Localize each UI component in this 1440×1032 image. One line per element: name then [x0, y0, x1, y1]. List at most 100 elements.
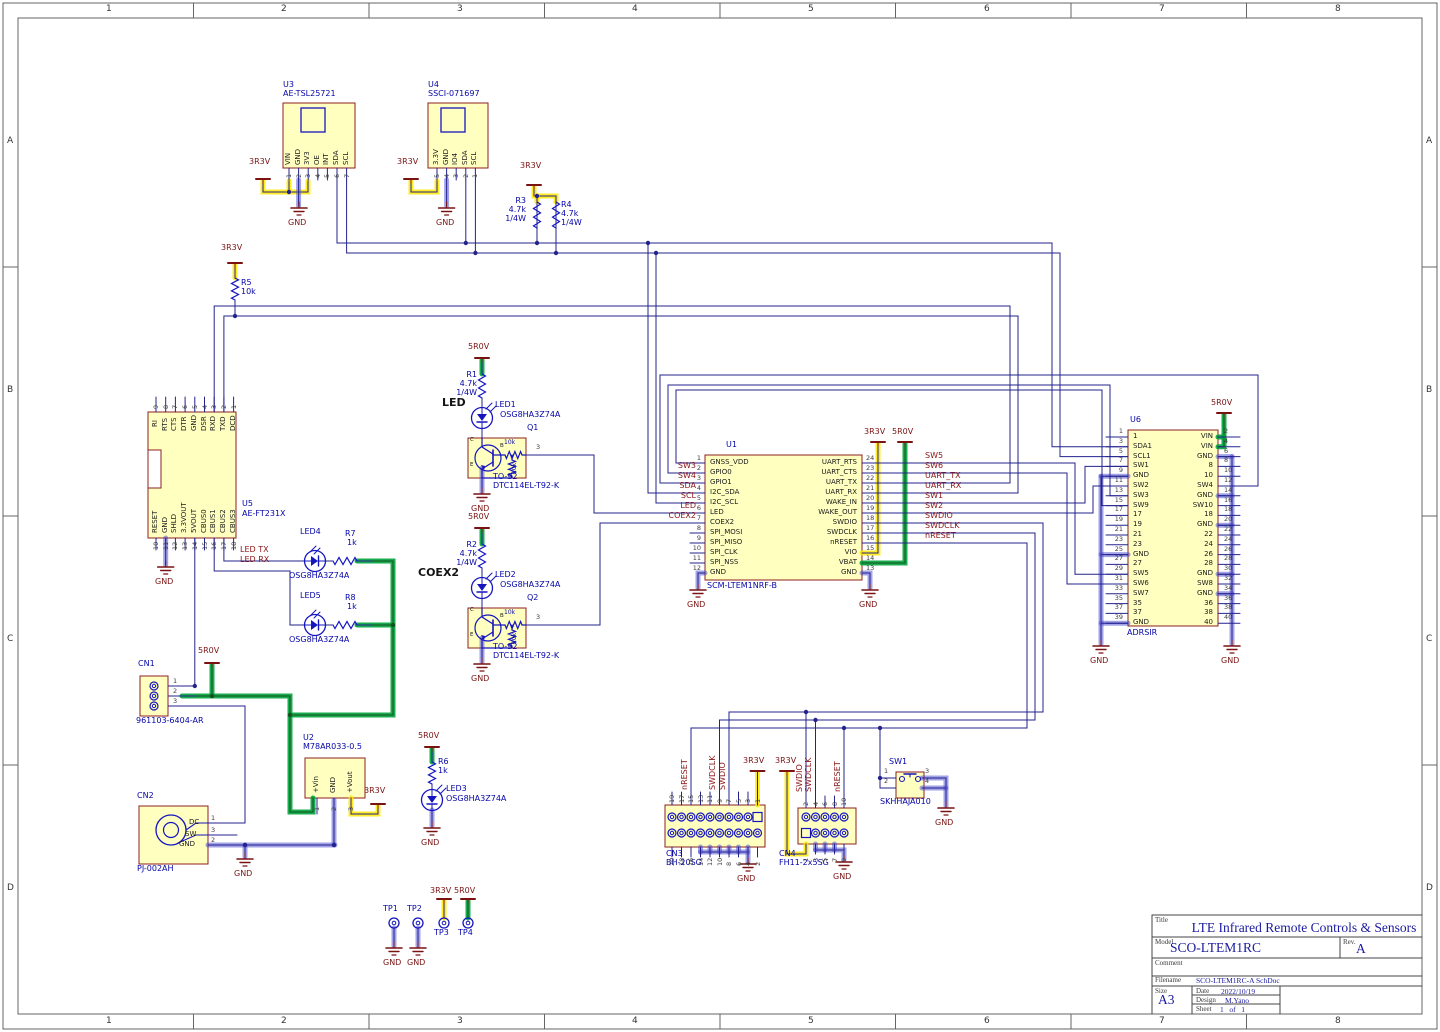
refdes: U4 — [428, 81, 439, 89]
pin-number: 34 — [1224, 585, 1232, 592]
pin-name: GND — [330, 777, 337, 793]
pin-name: UART_TX — [826, 479, 857, 486]
pin-name: 3.3V — [433, 149, 440, 165]
pin-name: COEX2 — [710, 519, 734, 526]
pin-number: 16 — [866, 535, 874, 542]
led-symbol — [477, 414, 487, 421]
power-label: 3R3V — [864, 428, 885, 436]
pin-number: 11 — [693, 555, 701, 562]
pin-number: 4 — [1224, 438, 1228, 445]
frame-column-label: 5 — [808, 1017, 814, 1026]
pin-number: 1 — [472, 174, 479, 178]
led-symbol — [427, 796, 437, 803]
junction-dot — [473, 251, 477, 255]
pin-name: GND — [710, 569, 726, 576]
pin-name: CTS — [171, 417, 178, 431]
pin-name: +Vin — [313, 776, 320, 793]
pin-name: RXD — [210, 416, 217, 431]
wire — [862, 473, 1128, 584]
pin-name: GND — [1197, 521, 1213, 528]
refdes: U3 — [283, 81, 294, 89]
junction-dot — [878, 776, 882, 780]
model-value: SCO-LTEM1RC — [1170, 941, 1261, 955]
pin-name: 40 — [1204, 619, 1213, 626]
refdes: TP2 — [407, 905, 422, 913]
pin-number: 5 — [1119, 448, 1123, 455]
gnd-label: GND — [737, 875, 755, 883]
pin-name: 5VOUT — [191, 509, 198, 533]
gnd-label: GND — [234, 870, 252, 878]
net-label: LED — [680, 502, 696, 510]
net-label: SW1 — [925, 492, 943, 500]
resistor-symbol — [232, 278, 239, 300]
pin-number: 39 — [1115, 614, 1123, 621]
terminal: B — [500, 444, 504, 450]
pin-number: 5 — [192, 405, 199, 409]
package: TO-92 — [493, 643, 517, 651]
led-symbol — [477, 584, 487, 591]
pin-number: 16 — [211, 542, 218, 550]
value: 1/4W — [456, 389, 477, 397]
pin-name: INT — [323, 153, 330, 165]
net-label: SDA — [679, 482, 696, 490]
pin-name: 1 — [1133, 433, 1137, 440]
pin-name: RTS — [162, 418, 169, 431]
pin-number: 21 — [1115, 526, 1123, 533]
pin-name: SW8 — [1197, 580, 1213, 587]
refdes: TP4 — [458, 929, 473, 937]
refdes: TP3 — [434, 929, 449, 937]
net-label: nRESET — [834, 761, 842, 792]
pin-name: SW1 — [1133, 462, 1149, 469]
pin-name: 17 — [1133, 511, 1142, 518]
highlight-3r3v — [263, 181, 308, 192]
pin-name: SWDCLK — [827, 529, 857, 536]
date-value: 2022/10/19 — [1221, 988, 1255, 996]
junction-dot — [464, 241, 468, 245]
frame-row-label: B — [1426, 386, 1432, 395]
net-label: SCL — [681, 492, 696, 500]
power-label: 5R0V — [198, 647, 219, 655]
net-label: SW5 — [925, 452, 943, 460]
value: 10k — [504, 610, 515, 616]
junction-dot — [813, 718, 817, 722]
frame-column-label: 8 — [1335, 1017, 1341, 1026]
pin-name: GPIO1 — [710, 479, 732, 486]
pin-name: I2C_SDA — [710, 489, 739, 496]
pin-name: GND — [1197, 492, 1213, 499]
frame-column-label: 3 — [457, 1017, 463, 1026]
pin-name: UART_RX — [825, 489, 857, 496]
net-label: SWDCLK — [925, 522, 959, 530]
component-body — [665, 805, 765, 847]
frame-column-label: 6 — [984, 5, 990, 14]
pin-number: 30 — [1224, 565, 1232, 572]
pin-number: 14 — [192, 542, 199, 550]
net-label: SWDCLK — [805, 758, 813, 792]
pin-name: GND — [1133, 551, 1149, 558]
pin-number: 2 — [221, 405, 228, 409]
pin-name: GND — [1133, 619, 1149, 626]
pin-number: 8 — [697, 525, 701, 532]
pin-number: 10 — [153, 542, 160, 550]
value: 4.7k — [509, 206, 526, 214]
junction-dot — [554, 251, 558, 255]
frame-row-label: B — [7, 386, 13, 395]
pin-name: 3.3VOUT — [181, 502, 188, 533]
doc-title: LTE Infrared Remote Controls & Sensors — [1188, 921, 1420, 935]
pin-number: 5 — [434, 174, 441, 178]
pin-name: SW4 — [1197, 482, 1213, 489]
pin-name: 35 — [1133, 600, 1142, 607]
refdes: Q2 — [527, 594, 538, 602]
pin-name: DC — [189, 819, 199, 826]
pin-number: 2 — [296, 174, 303, 178]
junction-dot — [287, 190, 291, 194]
highlight-3r3v — [351, 798, 378, 814]
pin-number: 36 — [1224, 595, 1232, 602]
pin-number: 17 — [221, 542, 228, 550]
frame-column-label: 5 — [808, 5, 814, 14]
gnd-label: GND — [407, 959, 425, 967]
pin-name: GND — [191, 415, 198, 431]
led-arrow-icon — [486, 403, 492, 409]
pin-name: 22 — [1204, 531, 1213, 538]
comment-label: Comment — [1155, 960, 1183, 967]
pin-number: 20 — [669, 858, 676, 866]
